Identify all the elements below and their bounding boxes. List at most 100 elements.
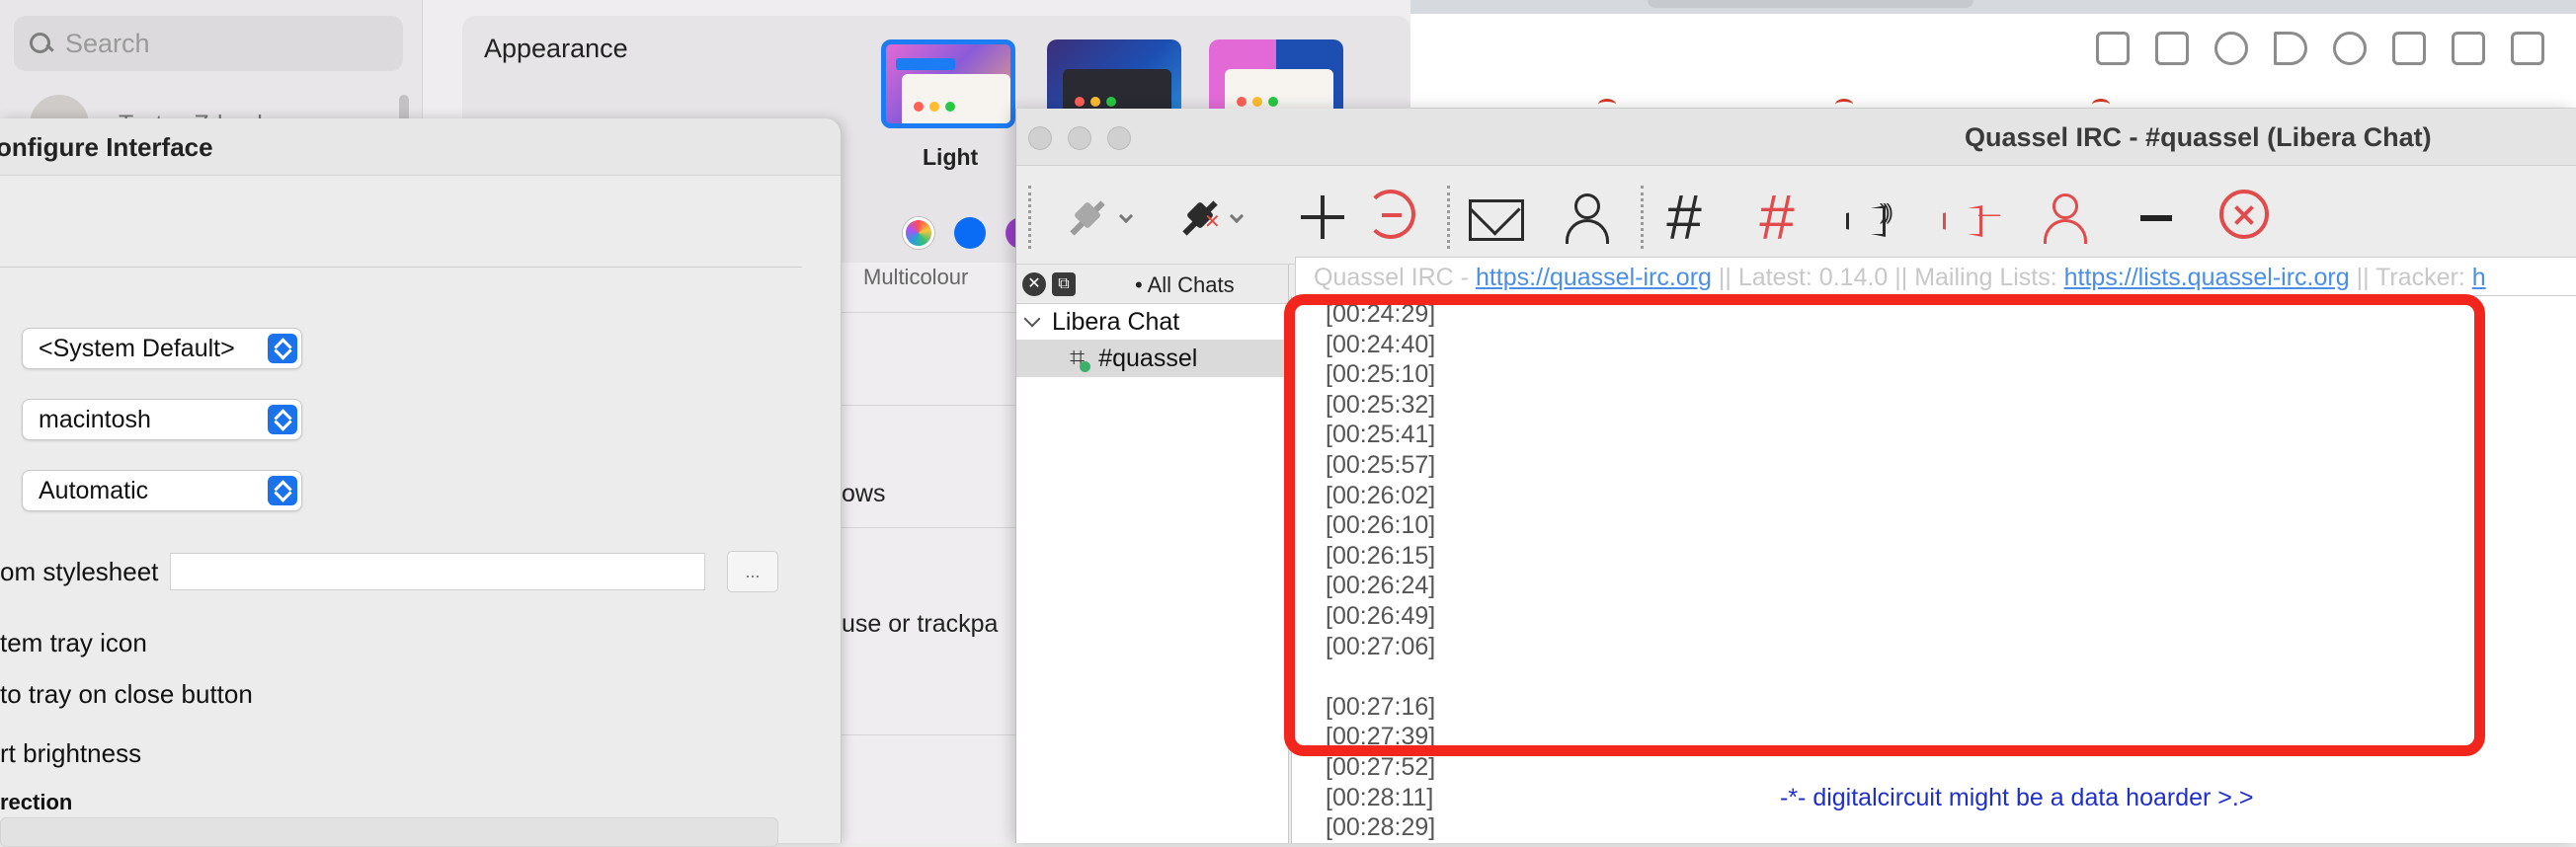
direction-section-label: rection: [0, 790, 73, 814]
popup-value: <System Default>: [39, 334, 235, 362]
chat-line: [00:25:57]: [1326, 450, 1436, 479]
invert-brightness-option[interactable]: rt brightness: [0, 738, 141, 769]
chevron-up-down-icon: [268, 405, 297, 434]
stylesheet-path-input[interactable]: [170, 553, 705, 590]
window-titlebar[interactable]: Quassel IRC - #quassel (Libera Chat): [1016, 109, 2576, 166]
chat-line: [00:26:15]: [1326, 541, 1436, 570]
part-channel-icon[interactable]: #: [1749, 186, 1805, 249]
close-panel-icon[interactable]: ✕: [1022, 272, 1046, 296]
chat-line: [00:24:29]: [1326, 300, 1436, 328]
online-indicator: [1080, 361, 1091, 372]
toolbar-separator: [1447, 186, 1450, 249]
action-message: -*- digitalcircuit might be a data hoard…: [1780, 783, 2254, 811]
minimize-icon[interactable]: [2131, 190, 2186, 245]
chat-list-header: ✕ ⧉ • All Chats: [1016, 265, 1288, 304]
disconnect-x-icon: ✕: [1204, 211, 1221, 233]
divider: [842, 405, 1015, 406]
settings-row-windows: ows: [842, 480, 886, 507]
thumbnail-bar: [896, 58, 955, 70]
topic-link-tracker[interactable]: h: [2472, 264, 2486, 291]
chevron-down-icon[interactable]: [1229, 208, 1245, 224]
join-channel-icon[interactable]: #: [1656, 186, 1712, 249]
float-panel-icon[interactable]: ⧉: [1052, 272, 1076, 296]
thumbnail-dots: [1237, 97, 1278, 107]
edit-icon[interactable]: [2096, 32, 2130, 65]
chevron-up-down-icon: [268, 334, 297, 363]
network-row[interactable]: Libera Chat: [1016, 304, 1289, 340]
popup-value: macintosh: [39, 405, 151, 433]
accent-multicolour-swatch[interactable]: [903, 217, 934, 249]
chat-line: [00:26:10]: [1326, 511, 1436, 540]
topic-prefix: Quassel IRC -: [1314, 264, 1476, 291]
sliders-icon[interactable]: [2511, 32, 2544, 65]
topic-middle: || Latest: 0.14.0 || Mailing Lists:: [1711, 264, 2064, 291]
theme-light-label: Light: [923, 144, 979, 170]
channel-label: #quassel: [1098, 344, 1198, 372]
zoom-window-button[interactable]: [1107, 126, 1131, 150]
nick-icon[interactable]: [1560, 190, 1615, 245]
chevron-up-down-icon: [268, 476, 297, 505]
browser-toolbar: [2096, 32, 2544, 65]
dialog-title: onfigure Interface: [0, 132, 213, 162]
chat-line: [00:26:02]: [1326, 481, 1436, 509]
window-title: Quassel IRC - #quassel (Libera Chat): [1965, 122, 2432, 152]
send-icon[interactable]: [2274, 32, 2307, 65]
chat-line: [00:26:24]: [1326, 572, 1436, 600]
query-icon[interactable]: [1467, 190, 1524, 245]
chevron-down-icon[interactable]: [1023, 310, 1041, 328]
browser-window: [1410, 0, 2576, 109]
close-window-button[interactable]: [1028, 126, 1052, 150]
channel-row[interactable]: ⌗ #quassel: [1016, 340, 1289, 377]
devoice-icon[interactable]: [1939, 190, 1996, 245]
thumbnail-dots: [1075, 97, 1116, 107]
browser-tab[interactable]: [1648, 0, 1973, 8]
topic-suffix: || Tracker:: [2349, 264, 2472, 291]
system-tray-icon-option[interactable]: tem tray icon: [0, 628, 147, 658]
accent-blue-swatch[interactable]: [954, 217, 986, 249]
channel-icon: ⌗: [1070, 343, 1091, 374]
quit-icon[interactable]: [2219, 190, 2269, 239]
remove-chat-icon[interactable]: [1366, 190, 1415, 239]
channel-topic[interactable]: Quassel IRC - https://quassel-irc.org ||…: [1295, 257, 2576, 296]
camera-icon[interactable]: [2155, 32, 2189, 65]
icon-theme-popup[interactable]: Automatic: [22, 470, 302, 511]
kick-user-icon[interactable]: [2038, 190, 2093, 245]
divider: [0, 267, 802, 268]
toolbar-separator: [1641, 186, 1644, 249]
search-icon: [28, 31, 53, 56]
theme-light-thumbnail[interactable]: [881, 39, 1015, 128]
topic-link-lists[interactable]: https://lists.quassel-irc.org: [2064, 264, 2350, 291]
chevron-down-icon[interactable]: [1118, 208, 1134, 224]
toolbar-handle[interactable]: [1028, 186, 1031, 249]
chat-list-panel: ✕ ⧉ • All Chats Libera Chat ⌗ #quassel: [1016, 265, 1289, 843]
shield-icon[interactable]: [2214, 32, 2248, 65]
chat-line: [00:27:52]: [1326, 752, 1436, 781]
download-icon[interactable]: [2392, 32, 2426, 65]
heart-icon[interactable]: [2333, 32, 2367, 65]
accent-multicolour-label: Multicolour: [863, 265, 969, 289]
configure-interface-dialog: onfigure Interface <System Default> maci…: [0, 118, 842, 847]
chat-gap: [1292, 662, 2576, 693]
minimize-to-tray-option[interactable]: to tray on close button: [0, 679, 253, 710]
chat-line: [00:24:40]: [1326, 330, 1436, 358]
divider: [842, 527, 1015, 528]
language-popup[interactable]: <System Default>: [22, 328, 302, 369]
custom-stylesheet-label: om stylesheet: [0, 557, 159, 586]
connect-icon[interactable]: [1060, 190, 1115, 245]
topic-link-website[interactable]: https://quassel-irc.org: [1476, 264, 1712, 291]
quassel-window: Quassel IRC - #quassel (Libera Chat) ✕ #…: [1015, 109, 2576, 843]
chat-line-action: [00:28:11] -*- digitalcircuit might be a…: [1292, 784, 2576, 814]
minimize-window-button[interactable]: [1068, 126, 1091, 150]
divider: [842, 734, 1015, 735]
search-placeholder: Search: [65, 28, 150, 58]
browse-stylesheet-button[interactable]: ...: [727, 551, 778, 592]
chat-buffer[interactable]: [00:24:29] [00:24:40] [00:25:10] [00:25:…: [1291, 296, 2576, 843]
appearance-label: Appearance: [484, 34, 628, 63]
divider: [842, 312, 1015, 313]
add-chat-icon[interactable]: [1295, 190, 1350, 245]
search-field[interactable]: Search: [14, 16, 403, 71]
message-timestamp: [00:28:11]: [1326, 783, 1434, 811]
voice-icon[interactable]: [1842, 190, 1897, 245]
add-icon[interactable]: [2452, 32, 2485, 65]
style-popup[interactable]: macintosh: [22, 399, 302, 440]
